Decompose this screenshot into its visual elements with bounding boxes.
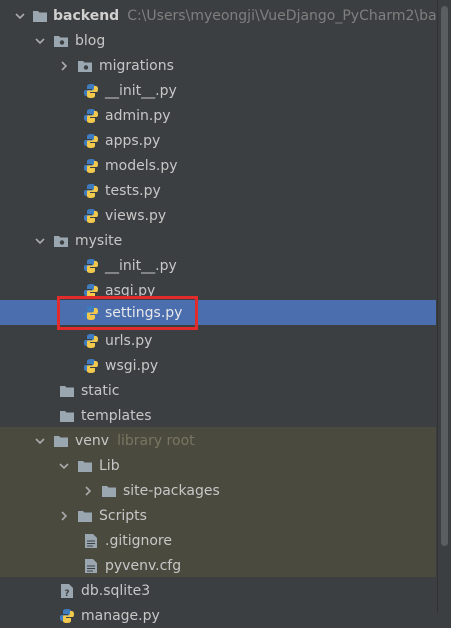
tree-row-label: db.sqlite3 xyxy=(81,582,151,599)
package-folder-icon xyxy=(76,58,94,74)
tree-row-label: tests.py xyxy=(105,182,161,199)
tree-row-label: static xyxy=(81,382,120,399)
tree-row-apps-py[interactable]: apps.py xyxy=(0,128,436,153)
unknown-file-icon: ? xyxy=(58,583,76,599)
package-folder-icon xyxy=(52,233,70,249)
tree-row-label: __init__.py xyxy=(105,257,177,274)
tree-row-label: urls.py xyxy=(105,332,153,349)
python-file-icon xyxy=(82,83,100,99)
tree-row-label: admin.py xyxy=(105,107,171,124)
python-file-icon xyxy=(58,608,76,624)
chevron-down-icon[interactable] xyxy=(34,35,46,47)
tree-row-label: __init__.py xyxy=(105,82,177,99)
tree-row-label: views.py xyxy=(105,207,167,224)
python-file-icon xyxy=(82,108,100,124)
python-file-icon xyxy=(82,258,100,274)
tree-row-mysite[interactable]: mysite xyxy=(0,228,436,253)
tree-row-static[interactable]: static xyxy=(0,378,436,403)
python-file-icon xyxy=(82,183,100,199)
chevron-down-icon[interactable] xyxy=(14,10,26,22)
library-root-note: library root xyxy=(117,432,195,449)
chevron-down-icon[interactable] xyxy=(58,460,70,472)
tree-row-scripts[interactable]: Scripts xyxy=(0,503,436,528)
tree-row-backend[interactable]: backend C:\Users\myeongji\VueDjango_PyCh… xyxy=(0,3,436,28)
tree-row-migrations[interactable]: migrations xyxy=(0,53,436,78)
svg-text:?: ? xyxy=(64,589,69,599)
tree-row-label: manage.py xyxy=(81,607,160,624)
tree-row-venv[interactable]: venv library root xyxy=(0,428,436,453)
chevron-right-icon[interactable] xyxy=(58,60,70,72)
tree-row-lib[interactable]: Lib xyxy=(0,453,436,478)
tree-row-pyvenv-cfg[interactable]: pyvenv.cfg xyxy=(0,553,436,578)
package-folder-icon xyxy=(52,33,70,49)
tree-row-views-py[interactable]: views.py xyxy=(0,203,436,228)
tree-row-wsgi-py[interactable]: wsgi.py xyxy=(0,353,436,378)
text-file-icon xyxy=(82,533,100,549)
folder-icon xyxy=(32,8,48,24)
folder-icon xyxy=(52,433,70,449)
tree-row-init-py[interactable]: __init__.py xyxy=(0,253,436,278)
tree-row-label: models.py xyxy=(105,157,178,174)
python-file-icon xyxy=(82,158,100,174)
tree-row-label: backend xyxy=(53,7,120,24)
tree-row-label: blog xyxy=(75,32,106,49)
tree-row-blog[interactable]: blog xyxy=(0,28,436,53)
tree-row-label: mysite xyxy=(75,232,123,249)
tree-row-db-sqlite3[interactable]: ? db.sqlite3 xyxy=(0,578,436,603)
python-file-icon xyxy=(82,358,100,374)
tree-row-tests-py[interactable]: tests.py xyxy=(0,178,436,203)
highlight-annotation-box xyxy=(57,296,198,330)
folder-icon xyxy=(76,458,94,474)
chevron-down-icon[interactable] xyxy=(34,235,46,247)
tree-row-init-py[interactable]: __init__.py xyxy=(0,78,436,103)
tree-row-label: pyvenv.cfg xyxy=(105,557,182,574)
folder-icon xyxy=(100,483,118,499)
tree-row-label: site-packages xyxy=(123,482,220,499)
config-file-icon xyxy=(82,558,100,574)
tree-row-label: Scripts xyxy=(99,507,147,524)
chevron-down-icon[interactable] xyxy=(34,435,46,447)
tree-row-urls-py[interactable]: urls.py xyxy=(0,328,436,353)
tree-row-templates[interactable]: templates xyxy=(0,403,436,428)
tree-row-gitignore[interactable]: .gitignore xyxy=(0,528,436,553)
tree-row-label: migrations xyxy=(99,57,174,74)
tree-row-label: .gitignore xyxy=(105,532,172,549)
chevron-right-icon[interactable] xyxy=(82,485,94,497)
tree-row-label: apps.py xyxy=(105,132,161,149)
folder-icon xyxy=(58,383,76,399)
tree-row-admin-py[interactable]: admin.py xyxy=(0,103,436,128)
tree-row-label: Lib xyxy=(99,457,120,474)
project-path: C:\Users\myeongji\VueDjango_PyCharm2\ba xyxy=(127,7,436,24)
chevron-right-icon[interactable] xyxy=(58,510,70,522)
tree-row-label: wsgi.py xyxy=(105,357,159,374)
python-file-icon xyxy=(82,333,100,349)
scrollbar-thumb[interactable] xyxy=(441,6,448,546)
tree-row-site-packages[interactable]: site-packages xyxy=(0,478,436,503)
python-file-icon xyxy=(82,208,100,224)
tree-row-label: venv xyxy=(75,432,110,449)
folder-icon xyxy=(76,508,94,524)
folder-icon xyxy=(58,408,76,424)
python-file-icon xyxy=(82,133,100,149)
tree-row-models-py[interactable]: models.py xyxy=(0,153,436,178)
tree-row-label: templates xyxy=(81,407,152,424)
project-tree: backend C:\Users\myeongji\VueDjango_PyCh… xyxy=(0,0,451,624)
tree-row-manage-py[interactable]: manage.py xyxy=(0,603,436,628)
